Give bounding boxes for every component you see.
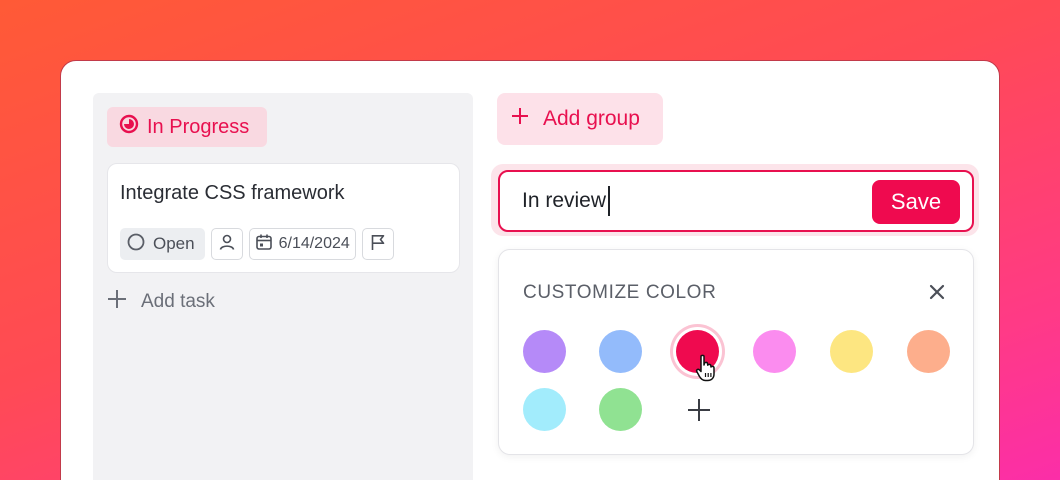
- panel-title: CUSTOMIZE COLOR: [523, 282, 717, 303]
- group-name-field: In review Save: [498, 170, 974, 232]
- color-swatch[interactable]: [753, 330, 796, 373]
- plus-icon: [511, 107, 529, 131]
- task-meta: Open 6/14/2024: [120, 228, 394, 260]
- group-name-value: In review: [522, 189, 607, 212]
- group-badge-in-progress[interactable]: In Progress: [107, 107, 267, 147]
- status-chip[interactable]: Open: [120, 228, 205, 260]
- color-swatch[interactable]: [907, 330, 950, 373]
- progress-icon: [119, 114, 139, 140]
- task-card[interactable]: Integrate CSS framework Open 6/14/2024: [107, 163, 460, 273]
- text-caret: [608, 186, 611, 216]
- add-group-button[interactable]: Add group: [497, 93, 663, 145]
- calendar-icon: [255, 233, 273, 256]
- color-swatch[interactable]: [599, 388, 642, 431]
- customize-color-panel: CUSTOMIZE COLOR: [498, 249, 974, 455]
- user-icon: [218, 233, 236, 256]
- plus-icon: [107, 289, 127, 315]
- due-date-label: 6/14/2024: [278, 235, 350, 252]
- group-name-input[interactable]: In review: [522, 172, 862, 230]
- priority-button[interactable]: [361, 228, 394, 260]
- app-window: In Progress Integrate CSS framework Open: [60, 60, 1000, 480]
- flag-icon: [369, 233, 387, 256]
- plus-icon: [688, 399, 710, 421]
- assignee-button[interactable]: [210, 228, 243, 260]
- save-button[interactable]: Save: [872, 180, 960, 224]
- add-group-label: Add group: [543, 107, 640, 130]
- board-column: In Progress Integrate CSS framework Open: [93, 93, 473, 480]
- close-icon[interactable]: [925, 280, 949, 304]
- color-swatch[interactable]: [523, 330, 566, 373]
- circle-status-icon: [126, 232, 146, 257]
- task-title[interactable]: Integrate CSS framework: [120, 182, 345, 205]
- add-color-button[interactable]: [685, 396, 713, 424]
- due-date-chip[interactable]: 6/14/2024: [248, 228, 356, 260]
- color-swatch[interactable]: [830, 330, 873, 373]
- group-label: In Progress: [147, 115, 250, 138]
- status-label: Open: [153, 234, 195, 253]
- hand-pointer-icon: [695, 354, 717, 382]
- add-task-label: Add task: [141, 291, 215, 312]
- color-swatch[interactable]: [523, 388, 566, 431]
- color-swatch[interactable]: [599, 330, 642, 373]
- add-task-button[interactable]: Add task: [107, 289, 215, 315]
